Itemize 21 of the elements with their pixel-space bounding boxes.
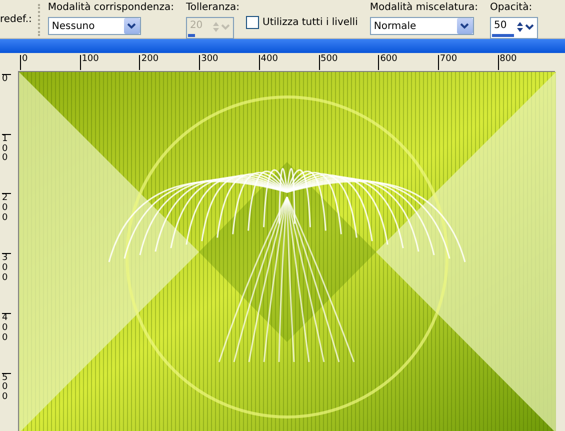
ruler-label: 300 — [199, 55, 218, 70]
ruler-label: 200 — [139, 55, 159, 70]
all-layers-label: Utilizza tutti i livelli — [262, 16, 358, 28]
checkbox[interactable] — [246, 16, 258, 29]
preset-label: redef.: — [0, 14, 32, 26]
blend-mode-label: Modalità miscelatura: — [370, 2, 478, 14]
match-mode-dropdown[interactable]: Nessuno — [48, 17, 141, 35]
opacity-label: Opacità: — [490, 2, 534, 14]
ruler-label: 800 — [498, 55, 517, 70]
spin-field[interactable]: 50 — [490, 17, 538, 39]
ruler-label: 0 — [20, 55, 28, 70]
ruler-label: 100 — [80, 55, 99, 70]
ruler-label: 600 — [378, 55, 398, 70]
ruler-label: 500 — [318, 55, 338, 70]
ruler-label: 400 — [258, 55, 278, 70]
blend-mode-dropdown[interactable]: Normale — [370, 17, 474, 35]
ruler-label: 700 — [438, 55, 458, 70]
match-mode-label: Modalità corrispondenza: — [48, 2, 174, 14]
tolerance-label: Tolleranza: — [186, 2, 240, 14]
spin-arrows-icon — [515, 20, 536, 34]
spin-arrows-icon — [210, 20, 231, 34]
